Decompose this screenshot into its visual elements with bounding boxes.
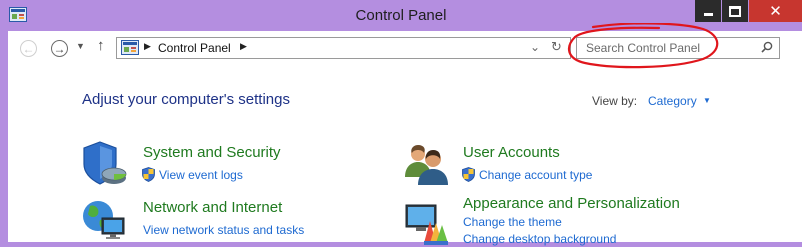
search-icon[interactable] <box>761 41 773 53</box>
uac-shield-icon <box>142 167 155 182</box>
close-button[interactable]: ✕ <box>749 0 802 22</box>
appearance-personalization-title[interactable]: Appearance and Personalization <box>463 195 680 212</box>
system-security-title[interactable]: System and Security <box>143 144 281 161</box>
back-button[interactable]: ← <box>20 40 37 57</box>
arrow-left-icon: ← <box>22 41 35 56</box>
search-box[interactable] <box>576 37 780 59</box>
network-internet-icon[interactable] <box>80 194 128 242</box>
title-bar[interactable]: Control Panel ✕ <box>0 0 802 31</box>
user-accounts-title[interactable]: User Accounts <box>463 144 560 161</box>
arrow-right-icon: → <box>53 41 66 56</box>
forward-button[interactable]: → <box>51 40 68 57</box>
up-one-level-icon[interactable]: ↑ <box>97 37 105 54</box>
change-desktop-background-link[interactable]: Change desktop background <box>463 232 616 246</box>
close-icon: ✕ <box>769 2 782 20</box>
minimize-button[interactable] <box>695 0 721 22</box>
control-panel-window: Control Panel ✕ ← → ▼ ↑ ▶ Control Panel … <box>0 0 802 246</box>
window-title: Control Panel <box>355 7 447 24</box>
breadcrumb-separator-icon[interactable]: ▶ <box>240 41 247 52</box>
minimize-icon <box>703 12 713 16</box>
search-input[interactable] <box>586 40 752 56</box>
navigation-bar: ← → ▼ ↑ ▶ Control Panel ▶ ⌄ ↻ <box>8 23 802 69</box>
breadcrumb-control-panel[interactable]: Control Panel <box>158 41 231 55</box>
content-area: ← → ▼ ↑ ▶ Control Panel ▶ ⌄ ↻ Search Con… <box>8 23 802 246</box>
network-internet-title[interactable]: Network and Internet <box>143 199 282 216</box>
view-network-status-link[interactable]: View network status and tasks <box>143 223 304 237</box>
page-heading: Adjust your computer's settings <box>82 91 290 108</box>
recent-locations-dropdown-icon[interactable]: ▼ <box>76 41 85 51</box>
system-security-icon[interactable] <box>80 140 128 188</box>
maximize-button[interactable] <box>722 0 748 22</box>
control-panel-location-icon <box>121 40 139 55</box>
change-theme-link[interactable]: Change the theme <box>463 215 562 229</box>
dropdown-arrow-icon[interactable]: ▼ <box>703 96 711 105</box>
refresh-icon[interactable]: ↻ <box>551 39 562 55</box>
appearance-personalization-icon[interactable] <box>402 199 450 247</box>
address-history-dropdown-icon[interactable]: ⌄ <box>530 40 540 54</box>
view-by-label: View by: <box>592 94 638 108</box>
breadcrumb-separator-icon[interactable]: ▶ <box>144 41 151 52</box>
user-accounts-icon[interactable] <box>402 141 450 189</box>
view-by-dropdown[interactable]: Category <box>648 94 697 108</box>
uac-shield-icon <box>462 167 475 182</box>
address-bar[interactable]: ▶ Control Panel ▶ ⌄ ↻ <box>116 37 571 59</box>
maximize-icon <box>729 5 741 17</box>
change-account-type-link[interactable]: Change account type <box>479 168 592 182</box>
view-event-logs-link[interactable]: View event logs <box>159 168 243 182</box>
